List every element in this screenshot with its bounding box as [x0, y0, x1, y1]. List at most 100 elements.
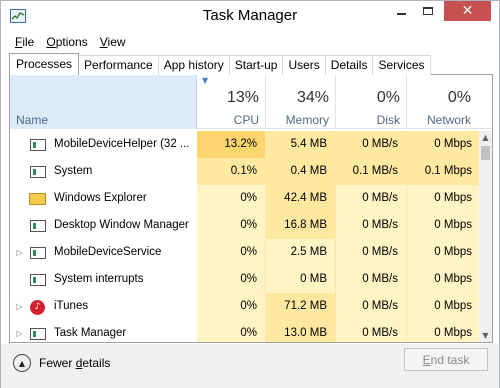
exe-icon [29, 165, 47, 179]
disk-cell: 0 MB/s [336, 320, 407, 342]
disk-cell: 0 MB/s [336, 293, 407, 320]
network-total-percent: 0% [447, 89, 471, 106]
disk-cell: 0 MB/s [336, 239, 407, 266]
cpu-cell: 0% [197, 293, 266, 320]
disk-total-percent: 0% [376, 89, 400, 106]
tab-start-up[interactable]: Start-up [228, 55, 284, 75]
network-cell: 0.1 Mbps [407, 158, 480, 185]
menu-file[interactable]: File [9, 33, 40, 51]
disk-cell: 0 MB/s [336, 131, 407, 158]
column-label-network: Network [426, 113, 471, 127]
disk-cell: 0 MB/s [336, 266, 407, 293]
folder-icon [29, 192, 47, 206]
network-cell: 0 Mbps [407, 239, 480, 266]
network-cell: 0 Mbps [407, 266, 480, 293]
fewer-details-button[interactable]: ▲ Fewer details [13, 353, 110, 373]
task-manager-window: Task Manager ✕ File Options View Process… [0, 0, 500, 388]
close-icon: ✕ [461, 3, 474, 19]
cpu-cell: 0% [197, 239, 266, 266]
cpu-total-percent: 13% [226, 89, 259, 106]
expand-chevron-icon[interactable]: ▷ [10, 320, 29, 342]
processes-panel: Name 13% CPU 34% Memory 0% Disk 0% Netwo… [9, 75, 493, 343]
title-bar: Task Manager ✕ [1, 1, 499, 32]
memory-cell: 2.5 MB [266, 239, 336, 266]
table-row[interactable]: System interrupts 0% 0 MB 0 MB/s 0 Mbps [10, 266, 480, 293]
process-name: System [54, 165, 93, 177]
tab-services[interactable]: Services [372, 55, 431, 75]
table-row[interactable]: ▷ MobileDeviceService 0% 2.5 MB 0 MB/s 0 … [10, 239, 480, 266]
memory-cell: 71.2 MB [266, 293, 336, 320]
expand-chevron-icon[interactable]: ▷ [10, 239, 29, 266]
cpu-cell: 0% [197, 212, 266, 239]
process-name: MobileDeviceService [54, 246, 162, 258]
disk-cell: 0 MB/s [336, 212, 407, 239]
network-cell: 0 Mbps [407, 320, 480, 342]
end-task-button[interactable]: End task [404, 348, 488, 371]
column-header-name[interactable]: Name [10, 75, 197, 129]
fewer-details-label: Fewer details [39, 356, 111, 370]
network-cell: 0 Mbps [407, 212, 480, 239]
itunes-icon: ♪ [29, 299, 47, 315]
process-name: MobileDeviceHelper (32 ... [54, 138, 190, 150]
tab-users[interactable]: Users [282, 55, 326, 75]
cpu-cell: 0% [197, 320, 266, 342]
vertical-scrollbar[interactable]: ▲ ▼ [479, 131, 492, 342]
tab-app-history[interactable]: App history [157, 55, 230, 75]
network-cell: 0 Mbps [407, 185, 480, 212]
process-name: System interrupts [54, 273, 144, 285]
column-header-memory[interactable]: 34% Memory [266, 75, 336, 129]
table-row[interactable]: MobileDeviceHelper (32 ... 13.2% 5.4 MB … [10, 131, 480, 158]
tab-details[interactable]: Details [324, 55, 374, 75]
maximize-icon [423, 7, 433, 15]
cpu-cell: 0% [197, 266, 266, 293]
memory-cell: 13.0 MB [266, 320, 336, 342]
column-label-name: Name [16, 113, 49, 127]
menu-view[interactable]: View [94, 33, 132, 51]
process-list: MobileDeviceHelper (32 ... 13.2% 5.4 MB … [10, 131, 480, 342]
memory-cell: 0.4 MB [266, 158, 336, 185]
exe-icon [29, 327, 47, 341]
menu-options[interactable]: Options [40, 33, 93, 51]
memory-cell: 5.4 MB [266, 131, 336, 158]
process-name: iTunes [54, 300, 89, 312]
footer-bar: ▲ Fewer details End task [1, 344, 499, 388]
table-row[interactable]: ▷ ♪ iTunes 0% 71.2 MB 0 MB/s 0 Mbps [10, 293, 480, 320]
column-label-disk: Disk [376, 113, 400, 127]
column-label-memory: Memory [285, 113, 329, 127]
cpu-cell: 0% [197, 185, 266, 212]
scrollbar-thumb[interactable] [481, 146, 490, 160]
memory-cell: 42.4 MB [266, 185, 336, 212]
table-row[interactable]: Desktop Window Manager 0% 16.8 MB 0 MB/s… [10, 212, 480, 239]
cpu-cell: 0.1% [197, 158, 266, 185]
exe-icon [29, 219, 47, 233]
network-cell: 0 Mbps [407, 131, 480, 158]
maximize-button[interactable] [415, 1, 441, 21]
scroll-up-icon[interactable]: ▲ [479, 131, 492, 144]
table-row[interactable]: ▷ Task Manager 0% 13.0 MB 0 MB/s 0 Mbps [10, 320, 480, 342]
memory-cell: 0 MB [266, 266, 336, 293]
disk-cell: 0.1 MB/s [336, 158, 407, 185]
cpu-cell: 13.2% [197, 131, 266, 158]
table-row[interactable]: System 0.1% 0.4 MB 0.1 MB/s 0.1 Mbps [10, 158, 480, 185]
column-header-network[interactable]: 0% Network [407, 75, 477, 129]
tab-strip: Processes Performance App history Start-… [9, 53, 431, 75]
column-label-cpu: CPU [233, 113, 259, 127]
tab-performance[interactable]: Performance [78, 55, 159, 75]
process-name: Desktop Window Manager [54, 219, 189, 231]
menu-bar: File Options View [9, 33, 132, 51]
table-row[interactable]: Windows Explorer 0% 42.4 MB 0 MB/s 0 Mbp… [10, 185, 480, 212]
exe-icon [29, 138, 47, 152]
disk-cell: 0 MB/s [336, 185, 407, 212]
chevron-up-icon: ▲ [13, 354, 31, 372]
minimize-button[interactable] [388, 1, 414, 21]
exe-icon [29, 273, 47, 287]
minimize-icon [396, 13, 406, 15]
sort-descending-icon: ▼ [202, 76, 209, 85]
scroll-down-icon[interactable]: ▼ [479, 329, 492, 342]
tab-processes[interactable]: Processes [9, 53, 80, 75]
close-button[interactable]: ✕ [444, 1, 491, 21]
expand-chevron-icon[interactable]: ▷ [10, 293, 29, 320]
memory-total-percent: 34% [296, 89, 329, 106]
exe-icon [29, 246, 47, 260]
column-header-disk[interactable]: 0% Disk [336, 75, 407, 129]
